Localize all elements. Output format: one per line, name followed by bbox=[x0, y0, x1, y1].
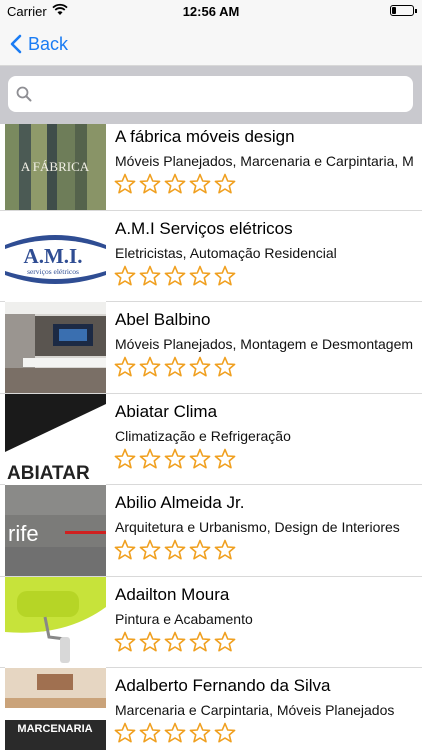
rating-stars bbox=[114, 722, 239, 743]
star-icon bbox=[139, 631, 161, 651]
star-icon bbox=[139, 265, 161, 285]
search-input[interactable] bbox=[40, 82, 404, 108]
rating-stars bbox=[114, 631, 239, 652]
star-icon bbox=[139, 173, 161, 194]
item-categories: Marcenaria e Carpintaria, Móveis Planeja… bbox=[115, 702, 395, 718]
back-label: Back bbox=[28, 33, 69, 54]
item-title: Abel Balbino bbox=[115, 310, 211, 329]
star-icon bbox=[164, 722, 186, 743]
thumbnail: ABIATAR bbox=[5, 393, 106, 485]
star-icon bbox=[189, 356, 211, 377]
star-icon bbox=[114, 448, 136, 468]
thumbnail bbox=[5, 576, 106, 668]
thumb-text: A.M.I. bbox=[24, 244, 83, 268]
item-categories: Arquitetura e Urbanismo, Design de Inter… bbox=[115, 519, 400, 535]
thumb-text: ABIATAR bbox=[7, 463, 90, 484]
star-icon bbox=[114, 722, 136, 743]
star-icon bbox=[214, 356, 236, 377]
item-categories: Eletricistas, Automação Residencial bbox=[115, 244, 337, 261]
star-icon bbox=[164, 448, 186, 468]
item-title: Abilio Almeida Jr. bbox=[115, 493, 245, 512]
rating-stars bbox=[114, 356, 239, 377]
battery-icon bbox=[390, 5, 417, 16]
item-categories: Móveis Planejados, Montagem e Desmontage… bbox=[115, 336, 414, 352]
star-icon bbox=[214, 631, 236, 651]
star-icon bbox=[139, 539, 161, 560]
thumbnail: A.M.I. serviços elétricos bbox=[5, 210, 106, 302]
star-icon bbox=[139, 356, 161, 377]
list-item[interactable]: ABIATAR Abiatar Clima Climatização e Ref… bbox=[0, 393, 422, 485]
thumbnail: A FÁBRICA bbox=[5, 124, 106, 210]
rating-stars bbox=[114, 173, 239, 194]
star-icon bbox=[189, 265, 211, 285]
search-field[interactable] bbox=[8, 76, 413, 112]
thumbnail bbox=[5, 302, 106, 393]
star-icon bbox=[214, 539, 236, 560]
clock: 12:56 AM bbox=[182, 4, 240, 19]
item-categories: Climatização e Refrigeração bbox=[115, 427, 291, 444]
star-icon bbox=[114, 173, 136, 194]
star-icon bbox=[114, 539, 136, 560]
search-bar bbox=[0, 66, 422, 124]
status-bar: Carrier 12:56 AM bbox=[0, 0, 422, 22]
star-icon bbox=[114, 265, 136, 285]
star-icon bbox=[164, 539, 186, 560]
item-title: Adailton Moura bbox=[115, 584, 230, 604]
thumbnail: MARCENARIA bbox=[5, 668, 106, 750]
list-item[interactable]: Abel Balbino Móveis Planejados, Montagem… bbox=[0, 302, 422, 394]
star-icon bbox=[214, 173, 236, 194]
star-icon bbox=[139, 448, 161, 468]
list-item[interactable]: rife Abilio Almeida Jr. Arquitetura e Ur… bbox=[0, 485, 422, 577]
item-title: A.M.I Serviços elétricos bbox=[115, 218, 293, 238]
list-item[interactable]: A.M.I. serviços elétricos A.M.I Serviços… bbox=[0, 210, 422, 302]
star-icon bbox=[189, 539, 211, 560]
provider-list: A FÁBRICA A fábrica móveis design Móveis… bbox=[0, 124, 422, 750]
thumb-subtext: serviços elétricos bbox=[27, 267, 79, 276]
item-title: Abiatar Clima bbox=[115, 401, 218, 421]
star-icon bbox=[214, 265, 236, 285]
list-item[interactable]: Adailton Moura Pintura e Acabamento bbox=[0, 576, 422, 668]
star-icon bbox=[164, 173, 186, 194]
rating-stars bbox=[114, 448, 239, 469]
item-categories: Móveis Planejados, Marcenaria e Carpinta… bbox=[115, 153, 414, 169]
star-icon bbox=[114, 631, 136, 651]
item-title: Adalberto Fernando da Silva bbox=[115, 676, 331, 695]
star-icon bbox=[164, 631, 186, 651]
rating-stars bbox=[114, 539, 239, 560]
chevron-left-icon bbox=[10, 34, 22, 54]
star-icon bbox=[214, 448, 236, 468]
list-item[interactable]: MARCENARIA Adalberto Fernando da Silva M… bbox=[0, 668, 422, 750]
star-icon bbox=[189, 631, 211, 651]
item-categories: Pintura e Acabamento bbox=[115, 610, 253, 627]
star-icon bbox=[189, 448, 211, 468]
navigation-bar: Back bbox=[0, 22, 422, 66]
star-icon bbox=[164, 265, 186, 285]
thumb-text: A FÁBRICA bbox=[21, 159, 90, 174]
star-icon bbox=[189, 722, 211, 743]
star-icon bbox=[164, 356, 186, 377]
item-title: A fábrica móveis design bbox=[115, 127, 295, 146]
thumbnail: rife bbox=[5, 485, 106, 576]
star-icon bbox=[114, 356, 136, 377]
back-button[interactable]: Back bbox=[10, 30, 68, 58]
search-icon bbox=[16, 86, 32, 102]
list-item[interactable]: A FÁBRICA A fábrica móveis design Móveis… bbox=[0, 124, 422, 211]
star-icon bbox=[139, 722, 161, 743]
star-icon bbox=[214, 722, 236, 743]
thumb-text: rife bbox=[8, 521, 39, 546]
star-icon bbox=[189, 173, 211, 194]
thumb-text: MARCENARIA bbox=[17, 723, 92, 735]
rating-stars bbox=[114, 265, 239, 286]
